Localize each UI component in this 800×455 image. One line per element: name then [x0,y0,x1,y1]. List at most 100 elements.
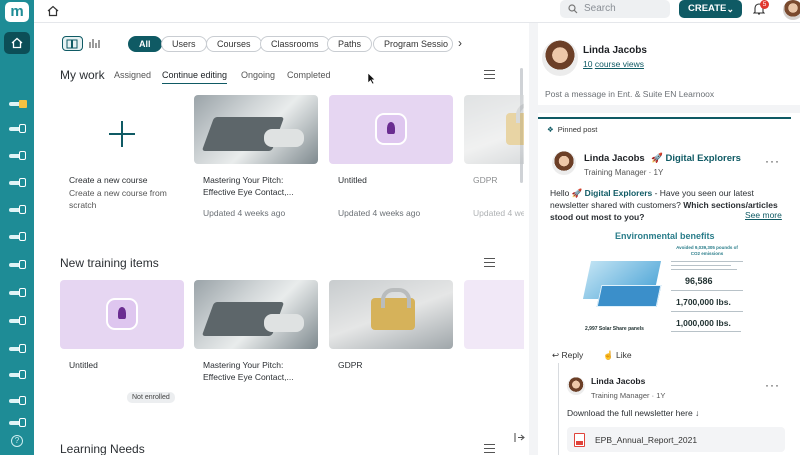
rail-home-button[interactable] [4,32,30,54]
rail-item-3[interactable] [9,151,26,161]
post-message-input[interactable]: Post a message in Ent. & Suite EN Learno… [545,89,714,99]
tab-completed[interactable]: Completed [287,70,331,80]
stat-panels: 2,997 Solar Share panels [585,326,644,332]
post-author-avatar[interactable] [552,151,576,175]
award-icon [375,113,407,145]
solar-panel-image [596,285,662,307]
tile-icon [19,232,26,241]
filter-pill-paths[interactable]: Paths [327,36,373,52]
not-enrolled-badge: Not enrolled [127,392,175,403]
more-icon[interactable]: ··· [765,154,780,168]
attachment-file[interactable]: EPB_Annual_Report_2021 [567,427,785,452]
tab-continue-editing[interactable]: Continue editing [162,70,228,84]
tile-icon [19,370,26,379]
comment-author-name[interactable]: Linda Jacobs [591,376,645,386]
tile-icon [19,344,26,353]
tile-icon [19,260,26,269]
views-label: course views [594,59,644,69]
activity-panel: Linda Jacobs 10 course views Post a mess… [538,23,800,455]
rail-item-6[interactable] [9,232,26,242]
views-count: 10 [583,59,593,69]
rail-item-5[interactable] [9,205,26,215]
like-button[interactable]: ☝ Like [603,350,632,361]
profile-avatar[interactable] [542,40,578,76]
filter-pill-classrooms[interactable]: Classrooms [260,36,330,52]
search-box[interactable]: Search [560,0,670,18]
crown-icon [19,100,27,108]
book-icon [66,39,78,49]
chevron-right-icon[interactable]: › [458,36,462,50]
post-group-link[interactable]: 🚀 Digital Explorers [651,153,741,164]
post-age: 1Y [653,168,664,177]
tile-icon [19,396,26,405]
create-button[interactable]: CREATE ⌄ [679,0,742,18]
rail-item-9[interactable] [9,316,26,326]
course-views-link[interactable]: 10 course views [583,59,644,69]
rail-item-11[interactable] [9,370,26,380]
card-title: GDPR [338,360,363,370]
panel-separator [538,105,800,113]
mouse-cursor-icon [367,72,376,85]
post-author-name[interactable]: Linda Jacobs [584,153,645,164]
filter-pill-program-sessions[interactable]: Program Sessio [373,36,453,52]
book-view-toggle[interactable] [62,36,83,51]
like-icon: ☝ [603,350,614,360]
left-rail: m ? [0,0,34,455]
home-icon [11,37,23,49]
create-label: CREATE [688,3,727,14]
profile-name[interactable]: Linda Jacobs [583,45,647,56]
learning-needs-title: Learning Needs [60,442,145,455]
training-card-partial[interactable] [464,280,524,349]
pinned-divider [538,117,791,119]
tile-icon [19,418,26,427]
rail-item-7[interactable] [9,260,26,270]
rail-item-13[interactable] [9,418,26,428]
collapse-panel-icon[interactable] [514,432,525,443]
rail-item-1[interactable] [9,99,27,109]
list-view-icon[interactable] [484,444,495,453]
course-thumbnail [464,280,524,349]
comment-author-avatar[interactable] [567,377,585,395]
stat-co2-caption: Avoided 9,039,305 pounds of CO2 emission… [676,245,738,256]
course-thumbnail [194,280,318,349]
post-mention[interactable]: 🚀 Digital Explorers [572,188,653,198]
help-icon[interactable]: ? [11,435,23,447]
tab-assigned[interactable]: Assigned [114,70,151,80]
search-input[interactable]: Search [584,3,616,14]
like-label: Like [615,350,632,360]
notification-badge: 5 [760,0,769,9]
app-logo[interactable]: m [5,2,29,22]
reply-icon: ↩ [552,350,560,360]
reply-button[interactable]: ↩ Reply [552,350,583,361]
rail-item-8[interactable] [9,288,26,298]
rail-item-12[interactable] [9,396,26,406]
rail-item-2[interactable] [9,124,26,134]
user-avatar[interactable] [783,0,800,20]
thread-line [558,363,559,455]
home-button[interactable] [47,4,59,22]
stat-divider [671,265,731,266]
see-more-link[interactable]: See more [745,210,782,220]
card-updated: Updated 4 weeks ago [473,208,524,218]
stat-divider [671,331,741,332]
pinned-text: Pinned post [557,125,598,134]
search-icon [568,4,578,14]
filter-pill-users[interactable]: Users [161,36,207,52]
card-gdpr[interactable]: GDPR Updated 4 weeks ago [464,95,524,225]
more-icon[interactable]: ··· [765,378,780,392]
card-title: Untitled [69,360,98,370]
reply-label: Reply [561,350,584,360]
rail-item-4[interactable] [9,178,26,188]
tile-icon [19,151,26,160]
chart-view-toggle[interactable] [86,36,107,51]
filter-pill-all[interactable]: All [128,36,162,52]
file-name: EPB_Annual_Report_2021 [595,435,698,445]
list-view-icon[interactable] [484,70,495,79]
tab-ongoing[interactable]: Ongoing [241,70,275,80]
list-view-icon[interactable] [484,258,495,267]
filter-pill-courses[interactable]: Courses [206,36,262,52]
main-content: All Users Courses Classrooms Paths Progr… [34,23,529,455]
rail-item-10[interactable] [9,344,26,354]
tile-icon [19,288,26,297]
newsletter-infographic[interactable]: Environmental benefits Avoided 9,039,305… [582,229,748,339]
